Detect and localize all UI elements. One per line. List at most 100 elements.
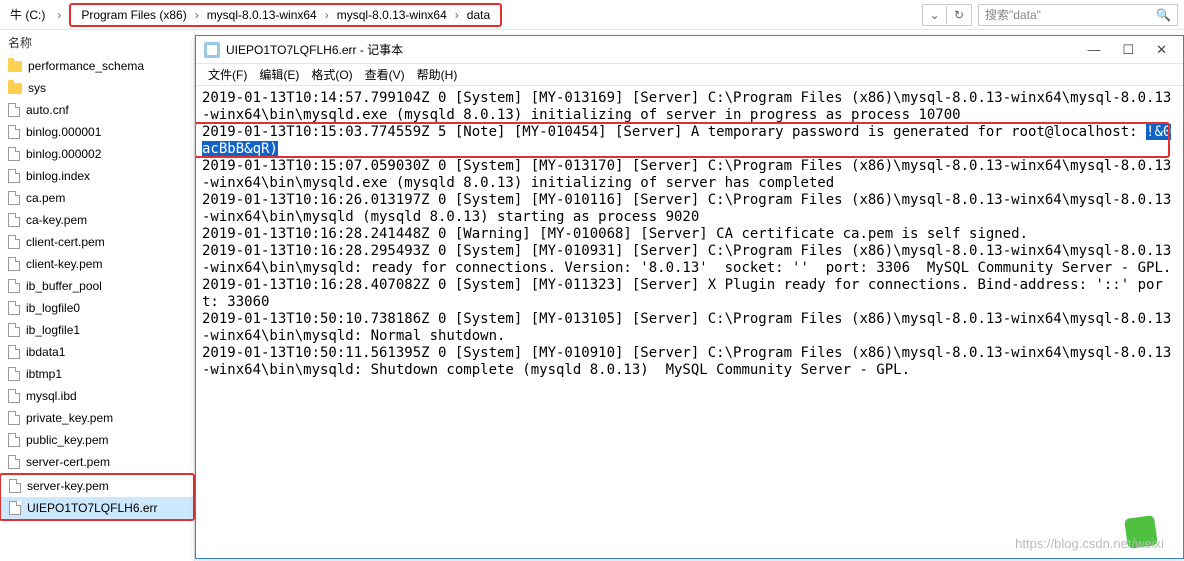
file-item[interactable]: binlog.000002 xyxy=(0,143,194,165)
breadcrumb-part[interactable]: mysql-8.0.13-winx64 xyxy=(333,6,451,24)
file-icon xyxy=(8,191,20,205)
dropdown-icon[interactable]: ⌄ xyxy=(923,6,947,24)
file-icon xyxy=(8,345,20,359)
breadcrumb-part[interactable]: Program Files (x86) xyxy=(77,6,190,24)
file-item[interactable]: performance_schema xyxy=(0,55,194,77)
file-item[interactable]: UIEPO1TO7LQFLH6.err xyxy=(1,497,193,519)
file-icon xyxy=(8,433,20,447)
minimize-button[interactable]: — xyxy=(1087,42,1100,58)
file-item-label: client-key.pem xyxy=(26,257,102,271)
breadcrumb-part[interactable]: mysql-8.0.13-winx64 xyxy=(203,6,321,24)
search-placeholder: 搜索"data" xyxy=(985,6,1041,23)
file-icon xyxy=(9,501,21,515)
maximize-button[interactable]: ☐ xyxy=(1122,42,1134,58)
search-input[interactable]: 搜索"data" 🔍 xyxy=(978,4,1178,26)
file-icon xyxy=(8,323,20,337)
file-item[interactable]: sys xyxy=(0,77,194,99)
nav-buttons: ⌄ ↻ xyxy=(922,4,972,26)
log-line: 2019-01-13T10:16:26.013197Z 0 [System] [… xyxy=(202,192,1171,225)
file-item[interactable]: server-cert.pem xyxy=(0,451,194,473)
file-item[interactable]: client-cert.pem xyxy=(0,231,194,253)
file-item-label: server-cert.pem xyxy=(26,455,110,469)
file-item[interactable]: auto.cnf xyxy=(0,99,194,121)
menu-file[interactable]: 文件(F) xyxy=(204,66,251,83)
file-icon xyxy=(8,235,20,249)
log-line: 2019-01-13T10:16:28.241448Z 0 [Warning] … xyxy=(202,226,1028,242)
file-icon xyxy=(8,213,20,227)
file-item-label: ib_logfile0 xyxy=(26,301,80,315)
notepad-icon xyxy=(204,42,220,58)
chevron-right-icon: › xyxy=(323,8,331,22)
file-item[interactable]: mysql.ibd xyxy=(0,385,194,407)
menu-format[interactable]: 格式(O) xyxy=(307,66,356,83)
file-item-label: ca.pem xyxy=(26,191,65,205)
menu-edit[interactable]: 编辑(E) xyxy=(255,66,303,83)
file-icon xyxy=(8,455,20,469)
file-item-label: ib_buffer_pool xyxy=(26,279,102,293)
file-item-label: binlog.000002 xyxy=(26,147,101,161)
column-header-name[interactable]: 名称 xyxy=(0,30,194,55)
file-item[interactable]: ibtmp1 xyxy=(0,363,194,385)
log-line: 2019-01-13T10:15:07.059030Z 0 [System] [… xyxy=(202,158,1171,191)
file-icon xyxy=(8,411,20,425)
chevron-right-icon: › xyxy=(193,8,201,22)
folder-icon xyxy=(8,83,22,94)
chevron-right-icon: › xyxy=(55,8,63,22)
file-item[interactable]: ca.pem xyxy=(0,187,194,209)
file-item-label: UIEPO1TO7LQFLH6.err xyxy=(27,501,158,515)
file-item[interactable]: ib_logfile1 xyxy=(0,319,194,341)
file-icon xyxy=(8,125,20,139)
file-item-label: ca-key.pem xyxy=(26,213,87,227)
log-line: 2019-01-13T10:16:28.295493Z 0 [System] [… xyxy=(202,243,1171,276)
log-line: 2019-01-13T10:50:11.561395Z 0 [System] [… xyxy=(202,345,1171,378)
file-item[interactable]: server-key.pem xyxy=(1,475,193,497)
file-item[interactable]: ibdata1 xyxy=(0,341,194,363)
file-item-label: public_key.pem xyxy=(26,433,109,447)
file-item-label: client-cert.pem xyxy=(26,235,105,249)
file-item-label: sys xyxy=(28,81,46,95)
file-list-panel: 名称 performance_schemasys auto.cnf binlog.0… xyxy=(0,30,195,561)
file-highlight-box: server-key.pem UIEPO1TO7LQFLH6.err xyxy=(0,473,195,521)
file-item[interactable]: private_key.pem xyxy=(0,407,194,429)
file-item[interactable]: public_key.pem xyxy=(0,429,194,451)
search-icon: 🔍 xyxy=(1156,8,1171,22)
file-icon xyxy=(8,169,20,183)
file-item-label: mysql.ibd xyxy=(26,389,77,403)
breadcrumb-highlight: Program Files (x86) › mysql-8.0.13-winx6… xyxy=(69,3,502,27)
file-item-label: ibdata1 xyxy=(26,345,65,359)
file-icon xyxy=(8,301,20,315)
breadcrumb-root[interactable]: 牛 (C:) xyxy=(6,4,49,25)
file-icon xyxy=(8,147,20,161)
file-item[interactable]: ib_logfile0 xyxy=(0,297,194,319)
file-item-label: ib_logfile1 xyxy=(26,323,80,337)
file-item[interactable]: client-key.pem xyxy=(0,253,194,275)
notepad-titlebar[interactable]: UIEPO1TO7LQFLH6.err - 记事本 — ☐ ✕ xyxy=(196,36,1183,64)
file-item-label: binlog.index xyxy=(26,169,90,183)
refresh-icon[interactable]: ↻ xyxy=(947,6,971,24)
notepad-title: UIEPO1TO7LQFLH6.err - 记事本 xyxy=(226,41,403,58)
file-item-label: performance_schema xyxy=(28,59,144,73)
file-item-label: ibtmp1 xyxy=(26,367,62,381)
file-item-label: binlog.000001 xyxy=(26,125,101,139)
log-line: 2019-01-13T10:16:28.407082Z 0 [System] [… xyxy=(202,277,1163,310)
menu-view[interactable]: 查看(V) xyxy=(361,66,409,83)
log-line: 2019-01-13T10:15:03.774559Z 5 [Note] [MY… xyxy=(202,124,1146,140)
menu-help[interactable]: 帮助(H) xyxy=(413,66,462,83)
file-icon xyxy=(8,389,20,403)
log-line: 2019-01-13T10:50:10.738186Z 0 [System] [… xyxy=(202,311,1171,344)
file-item[interactable]: ib_buffer_pool xyxy=(0,275,194,297)
file-item[interactable]: binlog.000001 xyxy=(0,121,194,143)
notepad-content[interactable]: 2019-01-13T10:14:57.799104Z 0 [System] [… xyxy=(196,86,1183,558)
file-icon xyxy=(8,257,20,271)
file-item[interactable]: ca-key.pem xyxy=(0,209,194,231)
breadcrumb-part[interactable]: data xyxy=(463,6,494,24)
folder-icon xyxy=(8,61,22,72)
close-button[interactable]: ✕ xyxy=(1156,42,1167,58)
file-icon xyxy=(8,367,20,381)
file-icon xyxy=(9,479,21,493)
file-item[interactable]: binlog.index xyxy=(0,165,194,187)
file-icon xyxy=(8,103,20,117)
file-item-label: private_key.pem xyxy=(26,411,113,425)
file-icon xyxy=(8,279,20,293)
log-line: 2019-01-13T10:14:57.799104Z 0 [System] [… xyxy=(202,90,1171,123)
